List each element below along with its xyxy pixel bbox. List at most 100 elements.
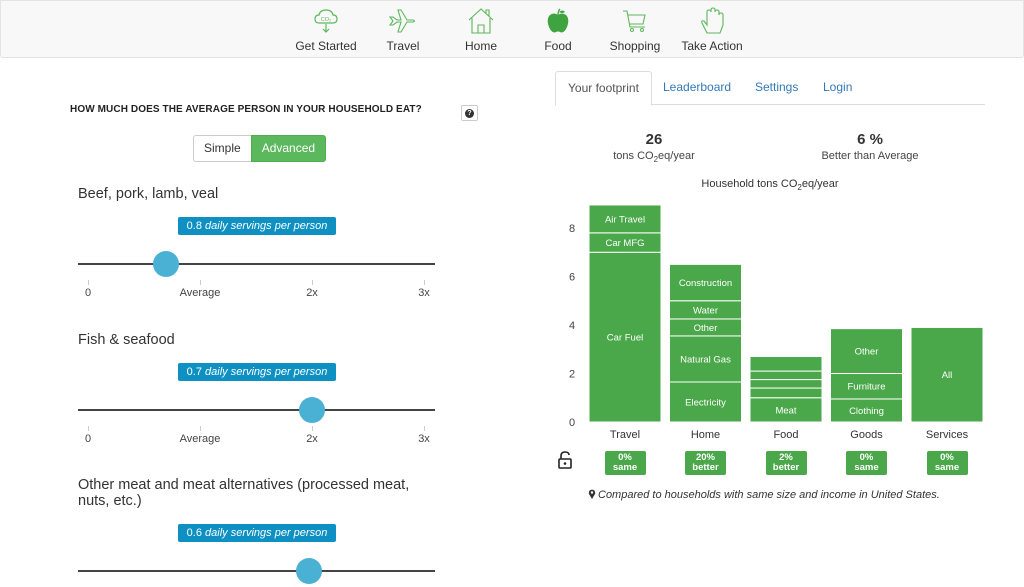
hand-icon [701, 7, 724, 34]
badge-word: better [692, 462, 719, 473]
tick-label: 3x [418, 287, 430, 299]
help-button[interactable]: ? [461, 105, 478, 121]
comparison-badge: 2% better [765, 451, 807, 475]
tab-leaderboard[interactable]: Leaderboard [651, 71, 743, 105]
slider-track[interactable] [78, 263, 435, 265]
bar-segment-label: All [942, 370, 953, 381]
nav-item-shopping[interactable]: Shopping [595, 7, 675, 53]
top-navigation: CO₂ Get Started Travel Home Food Shoppin… [0, 0, 1024, 58]
comparison-badge: 0% same [926, 451, 968, 475]
badge-word: same [854, 462, 879, 473]
better-than-average-label: Better than Average [821, 150, 919, 162]
airplane-icon [388, 9, 416, 33]
food-item-title: Other meat and meat alternatives (proces… [78, 477, 410, 509]
food-item-beef: Beef, pork, lamb, veal 0.8 daily serving… [78, 186, 438, 306]
footprint-stacked-bar-chart: 0 2 4 6 8 Car Fuel Car MFG Air Travel Travel Elec… [569, 204, 984, 441]
tick-mark [424, 280, 425, 285]
chart-title: Household tons CO2eq/year [701, 178, 839, 193]
slider-value-bubble: 0.6 daily servings per person [178, 524, 336, 542]
bar-segment [749, 370, 823, 381]
comparison-stat: 6 % Better than Average [800, 131, 940, 162]
bar-segment-label: Air Travel [605, 214, 645, 225]
svg-text:CO₂: CO₂ [321, 17, 331, 23]
servings-unit: daily servings per person [205, 366, 328, 378]
footprint-tabs: Your footprint Leaderboard Settings Logi… [555, 71, 985, 106]
x-axis-category-label: Food [773, 429, 798, 441]
bar-segment [749, 387, 823, 399]
bar-segment-label: Construction [679, 278, 732, 289]
slider-value-bubble: 0.8 daily servings per person [178, 217, 336, 235]
x-axis-category-label: Home [691, 429, 720, 441]
bar-segment-label: Car Fuel [607, 333, 643, 344]
slider-handle[interactable] [295, 558, 322, 584]
slider-handle[interactable] [299, 397, 325, 423]
slider-track[interactable] [78, 570, 435, 572]
slider-track[interactable] [78, 409, 435, 411]
y-axis-tick-label: 8 [569, 223, 575, 235]
tick-label: 2x [306, 287, 318, 299]
bar-segment-label: Meat [775, 405, 796, 416]
simple-mode-button[interactable]: Simple [193, 135, 251, 162]
tick-label: 2x [306, 433, 318, 445]
food-item-title: Beef, pork, lamb, veal [78, 186, 219, 202]
nav-label: Food [544, 39, 572, 53]
tick-mark [88, 426, 89, 431]
y-axis-tick-label: 2 [569, 369, 575, 381]
tick-label: 0 [84, 287, 92, 299]
badge-word: same [612, 462, 638, 473]
cart-icon [623, 10, 646, 32]
advanced-mode-button[interactable]: Advanced [250, 135, 327, 162]
x-axis-category-label: Services [926, 429, 969, 441]
tick-mark [88, 280, 89, 285]
tick-label: 3x [418, 433, 430, 445]
bar-segment-label: Clothing [849, 406, 884, 417]
nav-label: Get Started [295, 39, 357, 53]
tick-mark [312, 280, 313, 285]
nav-item-food[interactable]: Food [518, 7, 598, 53]
tick-mark [200, 426, 201, 431]
nav-item-travel[interactable]: Travel [363, 7, 443, 53]
question-circle-icon: ? [465, 108, 474, 118]
bar-segment [749, 379, 823, 389]
bar-segment-label: Car MFG [605, 238, 644, 249]
tick-mark [424, 426, 425, 431]
slider-value-bubble: 0.7 daily servings per person [178, 363, 336, 381]
tab-settings[interactable]: Settings [743, 71, 810, 105]
food-item-other-meat: Other meat and meat alternatives (proces… [78, 477, 438, 587]
bar-segment-label: Electricity [685, 397, 726, 408]
nav-label: Shopping [609, 39, 661, 53]
question-heading: HOW MUCH DOES THE AVERAGE PERSON IN YOUR… [70, 104, 422, 115]
servings-value: 0.7 [186, 366, 202, 378]
tick-mark [200, 280, 201, 285]
x-axis-category-label: Goods [850, 429, 883, 441]
nav-item-get-started[interactable]: CO₂ Get Started [286, 7, 366, 53]
bar-segment [749, 356, 823, 372]
comparison-badge: 0% same [846, 451, 887, 475]
bar-segment-label: Water [693, 305, 718, 316]
y-axis-tick-label: 4 [569, 320, 575, 332]
mode-toggle: Simple Advanced [193, 135, 327, 162]
comparison-badge: 0% same [604, 451, 646, 475]
food-item-title: Fish & seafood [78, 332, 175, 348]
slider-handle[interactable] [153, 251, 180, 277]
y-axis-tick-label: 0 [569, 417, 575, 429]
total-tons-label: tons CO2eq/year [613, 150, 695, 165]
nav-item-take-action[interactable]: Take Action [672, 7, 752, 53]
total-footprint-stat: 26 tons CO2eq/year [594, 131, 714, 164]
bar-segment-label: Furniture [847, 382, 885, 393]
co2-cloud-icon: CO₂ [314, 9, 338, 33]
servings-unit: daily servings per person [205, 220, 328, 232]
servings-value: 0.8 [186, 220, 202, 232]
tab-login[interactable]: Login [811, 71, 864, 105]
nav-item-home[interactable]: Home [441, 7, 521, 53]
comparison-badge: 20% better [685, 451, 726, 475]
servings-value: 0.6 [186, 527, 202, 539]
tick-label: 0 [84, 433, 92, 445]
tab-your-footprint[interactable]: Your footprint [555, 71, 652, 106]
badge-word: better [772, 462, 800, 473]
nav-label: Take Action [681, 39, 743, 53]
apple-icon [547, 8, 569, 33]
badge-word: same [934, 462, 960, 473]
unlock-icon[interactable] [557, 451, 573, 469]
servings-unit: daily servings per person [205, 527, 328, 539]
